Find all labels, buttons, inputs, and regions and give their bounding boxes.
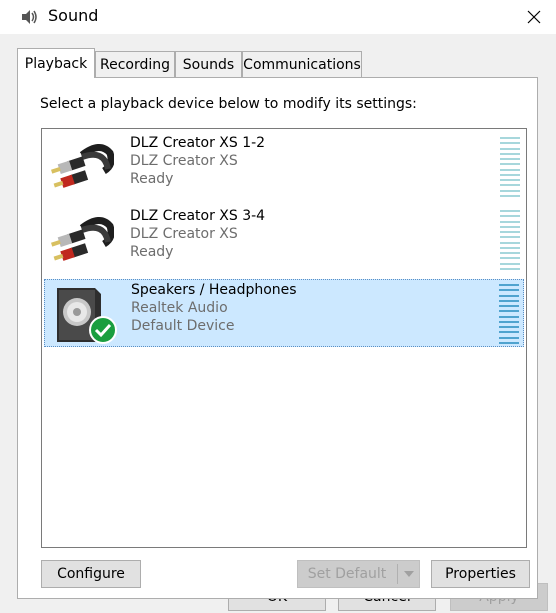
device-name: DLZ Creator XS 1-2 [130, 135, 266, 151]
tab-recording[interactable]: Recording [95, 51, 175, 77]
close-button[interactable] [512, 0, 556, 34]
device-name: Speakers / Headphones [131, 282, 297, 298]
volume-meter [500, 137, 520, 197]
device-description: DLZ Creator XS [130, 226, 238, 242]
configure-button[interactable]: Configure [41, 560, 141, 588]
chevron-down-icon[interactable] [398, 561, 419, 587]
device-description: Realtek Audio [131, 300, 228, 316]
volume-meter [499, 284, 519, 344]
speaker-icon [22, 10, 37, 24]
tab-sounds[interactable]: Sounds [175, 51, 242, 77]
rca-cable-icon [51, 144, 114, 188]
volume-meter [500, 210, 520, 270]
device-item-speakers-headphones[interactable]: Speakers / Headphones Realtek Audio Defa… [44, 279, 524, 347]
window-title: Sound [48, 6, 99, 25]
tab-communications[interactable]: Communications [242, 51, 362, 77]
default-check-icon [89, 316, 117, 344]
title-bar: Sound [0, 0, 556, 34]
properties-button[interactable]: Properties [431, 560, 530, 588]
close-icon [527, 10, 541, 24]
device-item-dlz-1-2[interactable]: DLZ Creator XS 1-2 DLZ Creator XS Ready [44, 133, 524, 201]
instruction-text: Select a playback device below to modify… [40, 96, 417, 112]
dialog-body: Playback Recording Sounds Communications… [0, 34, 556, 613]
device-status: Ready [130, 244, 174, 260]
set-default-label: Set Default [307, 566, 387, 582]
playback-panel: Select a playback device below to modify… [17, 77, 538, 599]
device-status: Ready [130, 171, 174, 187]
device-description: DLZ Creator XS [130, 153, 238, 169]
set-default-button[interactable]: Set Default [297, 560, 420, 588]
device-name: DLZ Creator XS 3-4 [130, 208, 266, 224]
tab-playback[interactable]: Playback [17, 48, 95, 78]
rca-cable-icon [51, 217, 114, 261]
device-item-dlz-3-4[interactable]: DLZ Creator XS 3-4 DLZ Creator XS Ready [44, 206, 524, 274]
playback-device-list[interactable]: DLZ Creator XS 1-2 DLZ Creator XS Ready [41, 128, 527, 548]
device-status: Default Device [131, 318, 235, 334]
